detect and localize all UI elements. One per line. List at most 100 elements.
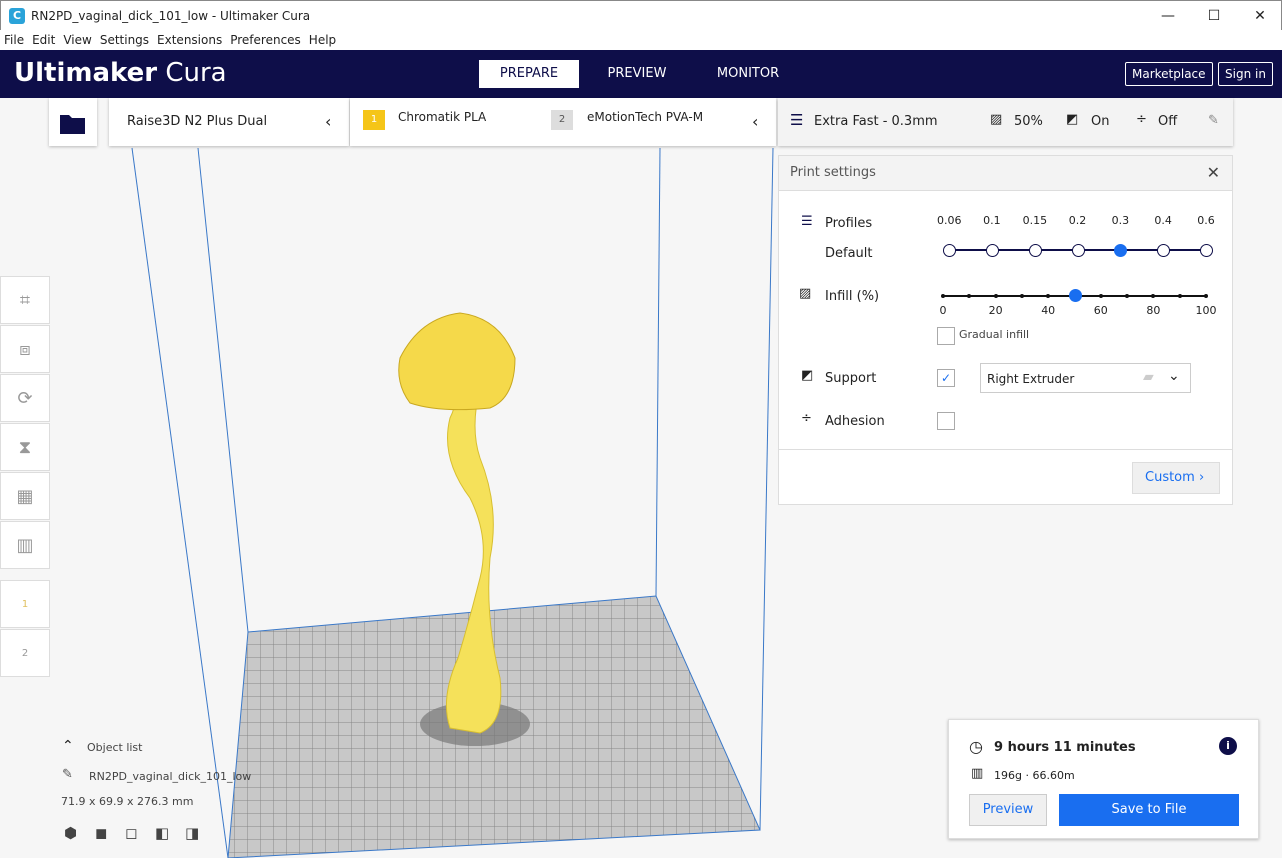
adhesion-icon: ÷ <box>1136 112 1147 127</box>
menu-file[interactable]: File <box>4 33 24 47</box>
extruder-2-icon: 2 <box>551 110 573 130</box>
layer-height-option[interactable] <box>1157 244 1171 257</box>
pencil-icon[interactable]: ✎ <box>62 767 73 782</box>
menu-bar: File Edit View Settings Extensions Prefe… <box>0 30 1282 50</box>
layer-height-option[interactable] <box>1200 244 1213 257</box>
sign-in-button[interactable]: Sign in <box>1218 62 1273 86</box>
view-left-icon[interactable]: ◧ <box>155 824 169 842</box>
support-label: Support <box>825 371 877 386</box>
rotate-tool-icon[interactable]: ⟳ <box>0 374 50 422</box>
layer-height-label: 0.3 <box>1111 214 1130 227</box>
scale-tool-icon[interactable]: ⧈ <box>0 325 50 373</box>
adhesion-icon: ÷ <box>801 411 812 426</box>
support-icon: ◩ <box>801 368 814 383</box>
menu-extensions[interactable]: Extensions <box>157 33 222 47</box>
support-icon: ◩ <box>1066 112 1079 127</box>
menu-help[interactable]: Help <box>309 33 336 47</box>
object-name[interactable]: RN2PD_vaginal_dick_101_low <box>89 770 251 783</box>
printer-selector[interactable]: Raise3D N2 Plus Dual ‹ <box>109 98 349 146</box>
infill-slider-handle[interactable] <box>1068 289 1082 302</box>
marketplace-button[interactable]: Marketplace <box>1125 62 1213 86</box>
layer-height-label: 0.6 <box>1197 214 1215 227</box>
profile-icon: ☰ <box>790 111 804 129</box>
profile-name: Extra Fast - 0.3mm <box>814 114 938 129</box>
maximize-button[interactable]: ☐ <box>1191 1 1237 31</box>
profiles-icon: ☰ <box>801 214 813 229</box>
info-icon[interactable]: i <box>1219 737 1237 755</box>
layer-height-option[interactable] <box>1028 244 1042 257</box>
profiles-label: Profiles <box>825 216 873 231</box>
menu-preferences[interactable]: Preferences <box>230 33 301 47</box>
extruder-2-button[interactable]: 2 <box>0 629 50 677</box>
save-to-file-button[interactable]: Save to File <box>1059 794 1239 826</box>
infill-tick <box>993 294 998 298</box>
per-model-settings-icon[interactable]: ▦ <box>0 472 50 520</box>
support-blocker-icon[interactable]: ▥ <box>0 521 50 569</box>
infill-tick-label: 20 <box>988 304 1003 317</box>
printer-name: Raise3D N2 Plus Dual <box>127 114 268 129</box>
pencil-icon[interactable]: ✎ <box>1208 113 1219 128</box>
clock-icon: ◷ <box>969 737 983 756</box>
view-3d-icon[interactable]: ⬢ <box>64 824 77 842</box>
view-right-icon[interactable]: ◨ <box>185 824 199 842</box>
layer-height-option[interactable] <box>1114 244 1128 257</box>
app-header: Ultimaker Cura PREPARE PREVIEW MONITOR M… <box>0 50 1282 98</box>
chevron-left-icon: ‹ <box>325 112 332 131</box>
minimize-button[interactable]: — <box>1145 1 1191 31</box>
spool-icon: ▥ <box>971 766 984 781</box>
logo: Ultimaker Cura <box>14 58 227 88</box>
tab-prepare[interactable]: PREPARE <box>479 60 579 88</box>
layer-height-label: 0.15 <box>1022 214 1048 227</box>
extruder-1-icon: 1 <box>363 110 385 130</box>
layer-height-label: 0.4 <box>1154 214 1172 227</box>
panel-header: Print settings ✕ <box>779 156 1232 191</box>
layer-height-option[interactable] <box>985 244 999 257</box>
extruder-selector[interactable]: 1 Chromatik PLA 2 eMotionTech PVA-M ‹ <box>350 98 776 146</box>
layer-height-option[interactable] <box>1071 244 1085 257</box>
infill-tick <box>1177 294 1182 298</box>
gradual-infill-label: Gradual infill <box>959 328 1030 341</box>
infill-tick <box>1204 294 1208 298</box>
folder-icon <box>60 115 85 134</box>
material-usage: 196g · 66.60m <box>994 769 1075 782</box>
chevron-up-icon[interactable]: ⌃ <box>62 738 74 754</box>
object-list-toggle[interactable]: Object list <box>87 741 142 754</box>
chevron-down-icon: ⌄ <box>1168 368 1180 384</box>
close-icon[interactable]: ✕ <box>1207 163 1220 182</box>
support-summary: On <box>1091 114 1110 129</box>
view-top-icon[interactable]: ◻ <box>125 824 137 842</box>
view-front-icon[interactable]: ◼ <box>95 824 107 842</box>
menu-settings[interactable]: Settings <box>100 33 149 47</box>
infill-tick-label: 40 <box>1041 304 1056 317</box>
tab-preview[interactable]: PREVIEW <box>587 60 687 88</box>
infill-tick <box>967 294 972 298</box>
layer-height-option[interactable] <box>943 244 956 257</box>
print-settings-summary[interactable]: ☰ Extra Fast - 0.3mm ▨ 50% ◩ On ÷ Off ✎ <box>778 98 1233 146</box>
infill-tick <box>1046 294 1051 298</box>
adhesion-checkbox[interactable] <box>937 412 955 430</box>
mirror-tool-icon[interactable]: ⧗ <box>0 423 50 471</box>
tab-monitor[interactable]: MONITOR <box>698 60 798 88</box>
extruder-1-button[interactable]: 1 <box>0 580 50 628</box>
divider <box>779 449 1232 450</box>
layer-height-label: 0.06 <box>937 214 962 227</box>
window-title: RN2PD_vaginal_dick_101_low - Ultimaker C… <box>31 8 311 23</box>
preview-button[interactable]: Preview <box>969 794 1047 826</box>
infill-tick-label: 100 <box>1195 304 1217 317</box>
menu-view[interactable]: View <box>63 33 91 47</box>
move-tool-icon[interactable]: ⌗ <box>0 276 50 324</box>
print-time: 9 hours 11 minutes <box>994 740 1136 755</box>
title-bar: C RN2PD_vaginal_dick_101_low - Ultimaker… <box>0 0 1282 30</box>
support-checkbox[interactable]: ✓ <box>937 369 955 387</box>
extruder-1-material: Chromatik PLA <box>398 110 487 124</box>
close-button[interactable]: ✕ <box>1237 1 1282 31</box>
adhesion-summary: Off <box>1158 114 1178 129</box>
custom-button[interactable]: Custom › <box>1132 462 1220 494</box>
infill-tick <box>1019 294 1024 298</box>
menu-edit[interactable]: Edit <box>32 33 55 47</box>
gradual-infill-checkbox[interactable] <box>937 327 955 345</box>
support-extruder-dropdown[interactable]: Right Extruder ▰ ⌄ <box>980 363 1191 393</box>
infill-tick-label: 60 <box>1093 304 1108 317</box>
open-file-button[interactable] <box>49 98 97 146</box>
print-settings-panel: Print settings ✕ ☰ Profiles Default 0.06 0… <box>778 155 1233 505</box>
